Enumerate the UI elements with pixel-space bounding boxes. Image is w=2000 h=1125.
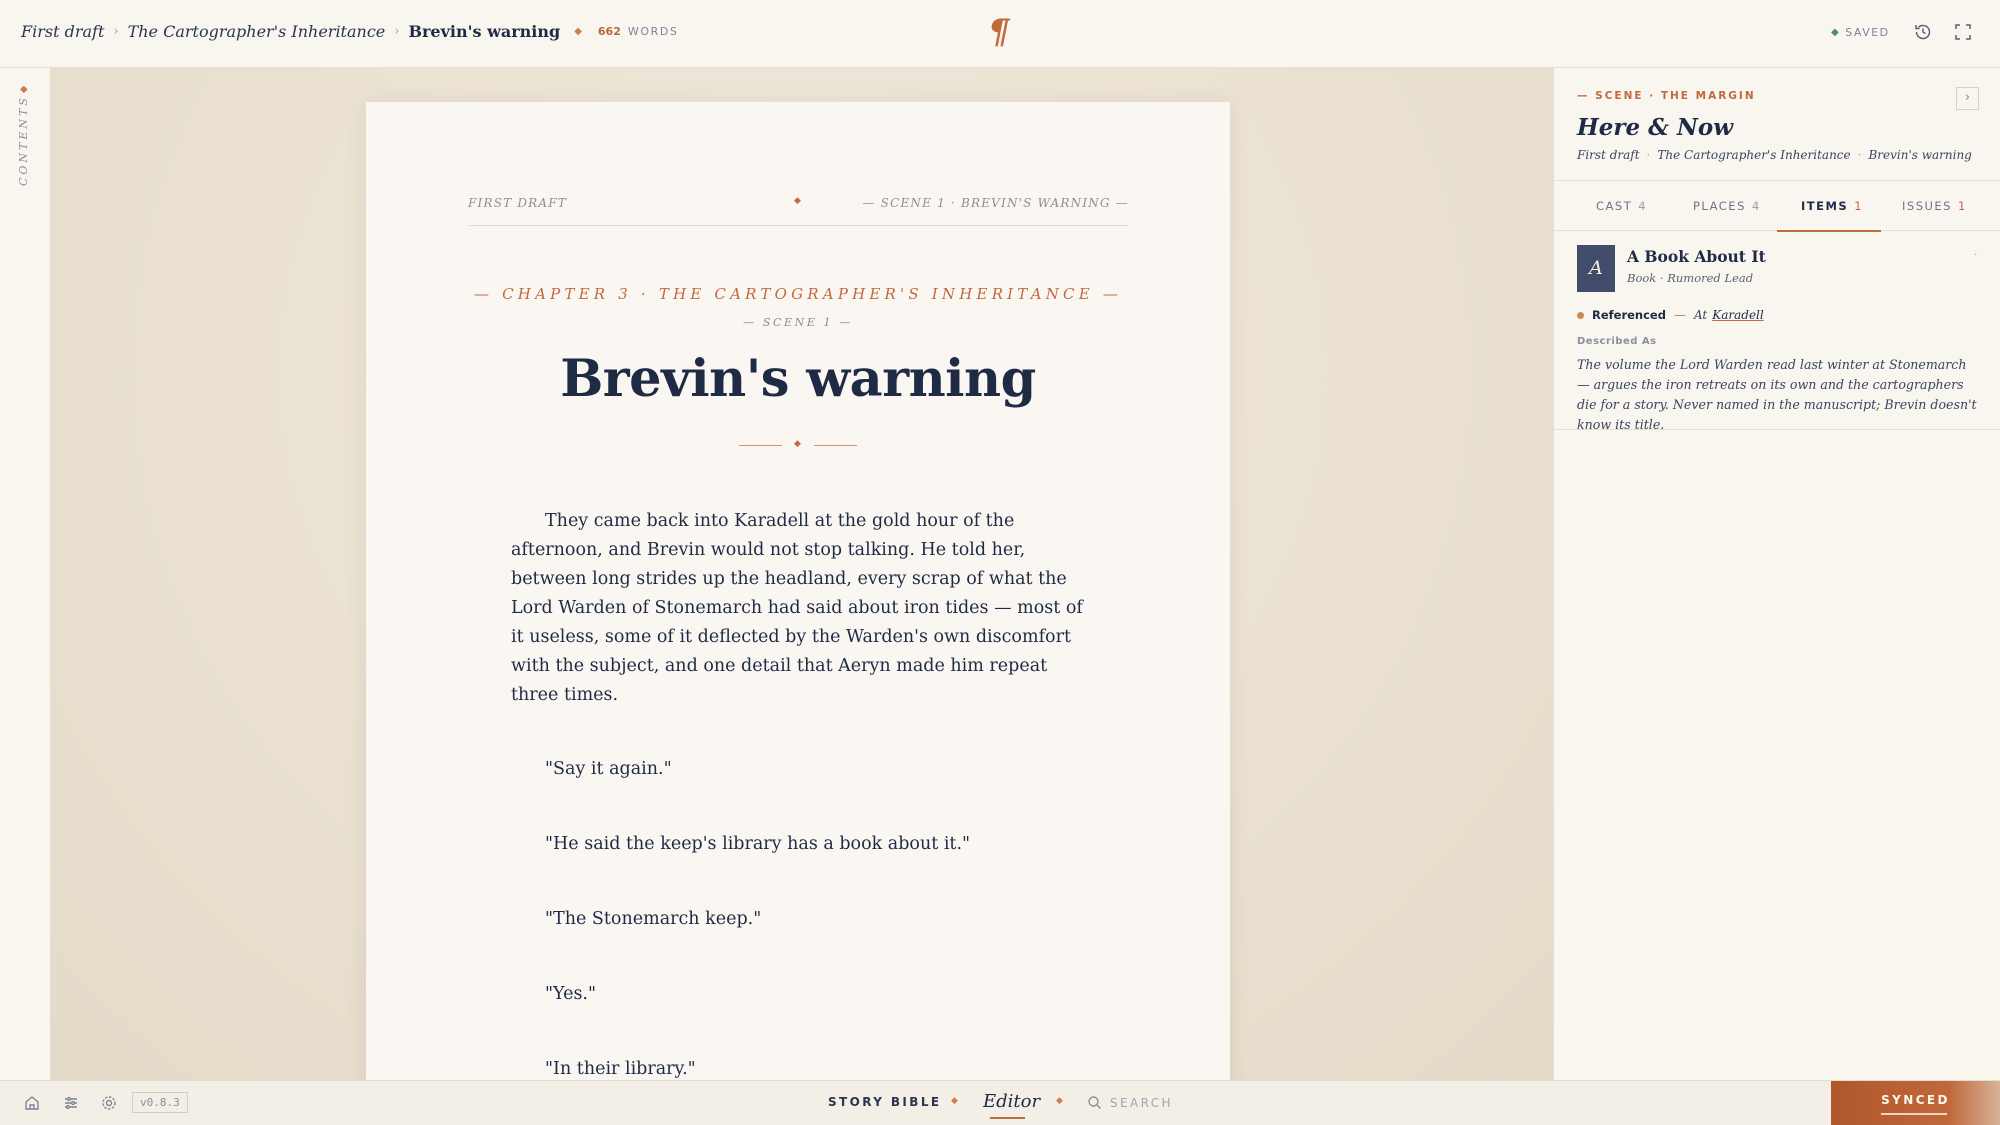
item-description: The volume the Lord Warden read last win… [1577, 357, 1977, 432]
search-button[interactable]: SEARCH [1087, 1095, 1173, 1110]
word-count-label: WORDS [627, 25, 679, 38]
divider [1554, 429, 2000, 430]
saved-label: SAVED [1845, 26, 1890, 39]
synced-label: SYNCED [1881, 1093, 1950, 1107]
item-menu-icon[interactable]: · [1974, 250, 1977, 261]
item-subtitle: Book · Rumored Lead [1627, 271, 1754, 285]
gear-icon[interactable] [100, 1094, 118, 1112]
tab-places[interactable]: PLACES 4 [1693, 199, 1761, 213]
scene-heading: — SCENE 1 — [743, 316, 853, 329]
item-name[interactable]: A Book About It [1627, 247, 1766, 266]
margin-panel: — SCENE · THE MARGIN › Here & Now First … [1553, 68, 2000, 1080]
paragraph[interactable]: "In their library." [545, 1055, 1091, 1080]
breadcrumb-scene[interactable]: Brevin's warning [408, 22, 560, 41]
synced-button[interactable]: SYNCED [1831, 1081, 2000, 1125]
contents-label[interactable]: CONTENTS [17, 95, 30, 186]
chevron-right-icon: › [113, 24, 119, 39]
word-count: 662 [597, 25, 621, 38]
panel-crumb: The Cartographer's Inheritance [1657, 148, 1851, 162]
sliders-icon[interactable] [62, 1094, 80, 1112]
active-tab-indicator [1777, 230, 1881, 232]
diamond-icon: ◆ [951, 1096, 958, 1106]
top-bar: First draft › The Cartographer's Inherit… [0, 0, 2000, 68]
panel-title: Here & Now [1577, 114, 1734, 141]
status-dot-icon [1577, 311, 1584, 319]
editor-canvas: FIRST DRAFT ◆ — SCENE 1 · BREVIN'S WARNI… [51, 68, 1553, 1080]
status-badge: Referenced [1592, 308, 1666, 322]
search-label: SEARCH [1110, 1095, 1173, 1110]
chevron-right-icon: › [394, 24, 400, 39]
contents-rail[interactable]: ◆ CONTENTS [0, 68, 51, 1080]
diamond-icon: ◆ [1056, 1096, 1063, 1106]
ornament-divider: ◆ [739, 439, 857, 451]
panel-tabs: CAST 4 PLACES 4 ITEMS 1 ISSUES 1 [1554, 180, 2000, 232]
tab-cast[interactable]: CAST 4 [1596, 199, 1647, 213]
described-as-label: Described As [1577, 336, 1657, 347]
saved-status: ◆ SAVED [1831, 26, 1890, 39]
chevron-right-icon: › [1964, 90, 1971, 105]
paragraph[interactable]: "He said the keep's library has a book a… [545, 830, 1091, 859]
panel-breadcrumb: First draft · The Cartographer's Inheritan… [1577, 148, 1972, 162]
story-bible-button[interactable]: STORY BIBLE [828, 1095, 941, 1109]
manuscript-text[interactable]: They came back into Karadell at the gold… [511, 507, 1091, 1080]
panel-crumb: First draft [1577, 148, 1640, 162]
fullscreen-icon[interactable] [1953, 22, 1973, 42]
paragraph[interactable]: "Yes." [545, 980, 1091, 1009]
breadcrumb-book[interactable]: The Cartographer's Inheritance [128, 22, 386, 41]
running-header: FIRST DRAFT ◆ — SCENE 1 · BREVIN'S WARNI… [468, 196, 1129, 226]
home-icon[interactable] [23, 1094, 41, 1112]
place-link[interactable]: Karadell [1712, 308, 1763, 322]
tab-items[interactable]: ITEMS 1 [1801, 199, 1863, 213]
diamond-icon: ◆ [574, 26, 582, 37]
paragraph[interactable]: They came back into Karadell at the gold… [511, 507, 1091, 710]
paragraph[interactable]: "Say it again." [545, 755, 1091, 784]
scene-title[interactable]: Brevin's warning [366, 349, 1230, 409]
breadcrumb: First draft › The Cartographer's Inherit… [21, 22, 679, 41]
app-logo[interactable]: ¶ [988, 12, 1010, 52]
collapse-panel-button[interactable]: › [1956, 87, 1979, 110]
editor-button[interactable]: Editor [983, 1091, 1040, 1112]
tab-issues[interactable]: ISSUES 1 [1902, 199, 1967, 213]
active-nav-indicator [990, 1117, 1025, 1119]
chapter-heading: — CHAPTER 3 · THE CARTOGRAPHER'S INHERIT… [473, 285, 1123, 303]
diamond-icon: ◆ [20, 84, 28, 95]
history-icon[interactable] [1913, 22, 1933, 42]
item-status: Referenced — At Karadell [1577, 308, 1764, 322]
breadcrumb-draft[interactable]: First draft [21, 22, 104, 41]
saved-dot-icon: ◆ [1831, 27, 1841, 38]
search-icon [1088, 1096, 1101, 1109]
at-label: At [1693, 308, 1708, 322]
panel-eyebrow: — SCENE · THE MARGIN [1577, 90, 1756, 102]
version-badge: v0.8.3 [132, 1092, 188, 1113]
running-header-right: — SCENE 1 · BREVIN'S WARNING — [862, 196, 1129, 210]
manuscript-page[interactable]: FIRST DRAFT ◆ — SCENE 1 · BREVIN'S WARNI… [366, 102, 1230, 1080]
paragraph[interactable]: "The Stonemarch keep." [545, 905, 1091, 934]
item-avatar: A [1577, 245, 1615, 292]
panel-crumb: Brevin's warning [1868, 148, 1972, 162]
running-header-left: FIRST DRAFT [468, 196, 567, 210]
diamond-icon: ◆ [794, 196, 803, 206]
bottom-bar: v0.8.3 STORY BIBLE ◆ Editor ◆ SEARCH SYN… [0, 1080, 2000, 1125]
